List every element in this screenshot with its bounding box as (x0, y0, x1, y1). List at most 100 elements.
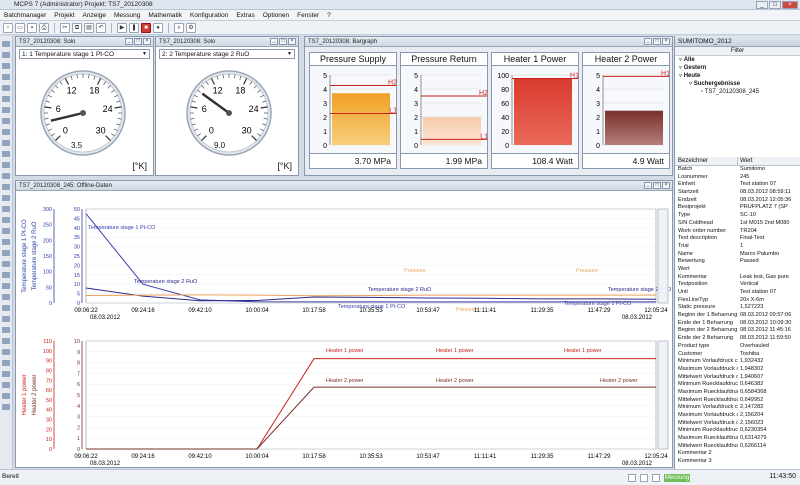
side-tool-icon[interactable] (2, 85, 10, 91)
solo-1-channel-select[interactable]: 1: 1 Temperature stage 1 Pt-CO ▼ (19, 49, 150, 59)
table-row[interactable]: Mittelwert Vorlaufdruck c2 2,156023 (675, 420, 800, 428)
table-row[interactable]: Static pressure 1,527223 (675, 304, 800, 312)
new-icon[interactable]: ▫ (3, 22, 13, 33)
play-icon[interactable]: ▶ (117, 22, 127, 33)
side-tool-icon[interactable] (2, 382, 10, 388)
bargraph-close-icon[interactable]: × (662, 38, 670, 45)
side-tool-icon[interactable] (2, 107, 10, 113)
table-row[interactable]: Mittelwert Vorlaufdruck c1 1,940607 (675, 374, 800, 382)
side-tool-icon[interactable] (2, 272, 10, 278)
solo-2-maximize-icon[interactable]: □ (279, 38, 287, 45)
record-icon[interactable]: ● (153, 22, 163, 33)
table-row[interactable]: Customer Toshiba (675, 351, 800, 359)
table-row[interactable]: Work order number TR204 (675, 228, 800, 236)
table-row[interactable]: Name Marco Palumbo (675, 251, 800, 259)
filter-bar[interactable]: Filter (675, 47, 800, 56)
table-row[interactable]: Endzeit 08.03.2012 12:05:36 (675, 197, 800, 205)
maximize-button[interactable]: □ (769, 1, 781, 9)
side-tool-icon[interactable] (2, 173, 10, 179)
side-tool-icon[interactable] (2, 118, 10, 124)
table-row[interactable]: Mittelwert Ruecklaufdruck c20,6266114 (675, 443, 800, 451)
table-row[interactable]: FlexLineTyp 20x X-6m (675, 297, 800, 305)
table-row[interactable]: Mittelwert Ruecklaufdruck c10,649952 (675, 397, 800, 405)
tree-item-2[interactable]: ▿ Heute (675, 72, 800, 80)
close-button[interactable]: × (782, 1, 798, 9)
side-tool-icon[interactable] (2, 294, 10, 300)
side-tool-icon[interactable] (2, 206, 10, 212)
copy-icon[interactable]: ⧉ (72, 22, 82, 33)
side-tool-icon[interactable] (2, 162, 10, 168)
menu-item-messung[interactable]: Messung (110, 12, 144, 19)
tree-item-3[interactable]: ▿ Suchergebnisse (675, 80, 800, 88)
offline-minimize-icon[interactable]: _ (644, 182, 652, 189)
col-header-value[interactable]: Wert (738, 157, 753, 165)
undo-icon[interactable]: ↶ (96, 22, 106, 33)
menu-item-mathematik[interactable]: Mathematik (144, 12, 186, 19)
side-tool-icon[interactable] (2, 327, 10, 333)
table-row[interactable]: Product type Overhauled (675, 343, 800, 351)
side-tool-icon[interactable] (2, 261, 10, 267)
bargraph-maximize-icon[interactable]: □ (653, 38, 661, 45)
menu-item-projekt[interactable]: Projekt (50, 12, 78, 19)
table-row[interactable]: Kommentar Leak test, Gas pure (675, 274, 800, 282)
tree-item-1[interactable]: ▿ Gestern (675, 64, 800, 72)
menu-item-anzeige[interactable]: Anzeige (79, 12, 111, 19)
stop-icon[interactable]: ■ (141, 22, 151, 33)
table-row[interactable]: Maximum Vorlaufdruck c2 2,156204 (675, 412, 800, 420)
table-row[interactable]: Maximum Ruecklaufdruck c10,6584368 (675, 389, 800, 397)
side-tool-icon[interactable] (2, 228, 10, 234)
side-tool-icon[interactable] (2, 195, 10, 201)
menu-item-extras[interactable]: Extras (232, 12, 258, 19)
table-row[interactable]: Unit Test station 07 (675, 289, 800, 297)
offline-maximize-icon[interactable]: □ (653, 182, 661, 189)
solo-1-close-icon[interactable]: × (143, 38, 151, 45)
table-row[interactable]: Minimum Ruecklaufdruck c20,6230354 (675, 427, 800, 435)
side-tool-icon[interactable] (2, 250, 10, 256)
side-tool-icon[interactable] (2, 41, 10, 47)
side-tool-icon[interactable] (2, 349, 10, 355)
table-row[interactable]: Einheit Test station 07 (675, 181, 800, 189)
table-row[interactable]: Maximum Vorlaufdruck c1 1,948302 (675, 366, 800, 374)
side-tool-icon[interactable] (2, 96, 10, 102)
table-row[interactable]: Kommentar 3 (675, 458, 800, 466)
side-tool-icon[interactable] (2, 52, 10, 58)
side-tool-icon[interactable] (2, 217, 10, 223)
bargraph-minimize-icon[interactable]: _ (644, 38, 652, 45)
table-row[interactable]: Ende der 1 Beharrung 08.03.2012 10:09:30 (675, 320, 800, 328)
table-row[interactable]: Ende der 2 Beharrung 08.03.2012 11:59:50 (675, 335, 800, 343)
side-tool-icon[interactable] (2, 338, 10, 344)
tree-item-4[interactable]: ▫ TS7_20120308_245 (675, 88, 800, 96)
side-tool-icon[interactable] (2, 360, 10, 366)
table-row[interactable]: S/N Coldhead 1st M015 2nd M080 (675, 220, 800, 228)
menu-item-fenster[interactable]: Fenster (293, 12, 323, 19)
side-tool-icon[interactable] (2, 74, 10, 80)
table-row[interactable]: Minimum Vorlaufdruck c2 2,147282 (675, 404, 800, 412)
side-tool-icon[interactable] (2, 283, 10, 289)
table-row[interactable]: Beginn der 2 Beharrung 08.03.2012 11:45:1… (675, 327, 800, 335)
side-tool-icon[interactable] (2, 184, 10, 190)
solo-2-close-icon[interactable]: × (288, 38, 296, 45)
zoom-icon[interactable]: ⌕ (174, 22, 184, 33)
minimize-button[interactable]: _ (756, 1, 768, 9)
paste-icon[interactable]: ▤ (84, 22, 94, 33)
solo-1-minimize-icon[interactable]: _ (125, 38, 133, 45)
side-tool-icon[interactable] (2, 140, 10, 146)
table-row[interactable]: Batch Sumitomo (675, 166, 800, 174)
side-tool-icon[interactable] (2, 151, 10, 157)
table-row[interactable]: Maximum Ruecklaufdruck c20,6314279 (675, 435, 800, 443)
settings-icon[interactable]: ⚙ (186, 22, 196, 33)
save-icon[interactable]: ▪ (27, 22, 37, 33)
table-row[interactable]: Trial 1 (675, 243, 800, 251)
table-row[interactable]: Testposition Vertical (675, 281, 800, 289)
open-icon[interactable]: ▭ (15, 22, 25, 33)
table-row[interactable]: Losnummer 245 (675, 174, 800, 182)
side-tool-icon[interactable] (2, 305, 10, 311)
table-row[interactable]: Startzeit 08.03.2012 08:59:11 (675, 189, 800, 197)
menu-item-konfiguration[interactable]: Konfiguration (186, 12, 232, 19)
solo-2-channel-select[interactable]: 2: 2 Temperature stage 2 RuO ▼ (159, 49, 295, 59)
side-tool-icon[interactable] (2, 393, 10, 399)
print-icon[interactable]: ⎙ (39, 22, 49, 33)
table-row[interactable]: Minimum Ruecklaufdruck c10,646382 (675, 381, 800, 389)
table-row[interactable]: Kommentar 2 (675, 450, 800, 458)
table-row[interactable]: Wert (675, 266, 800, 274)
